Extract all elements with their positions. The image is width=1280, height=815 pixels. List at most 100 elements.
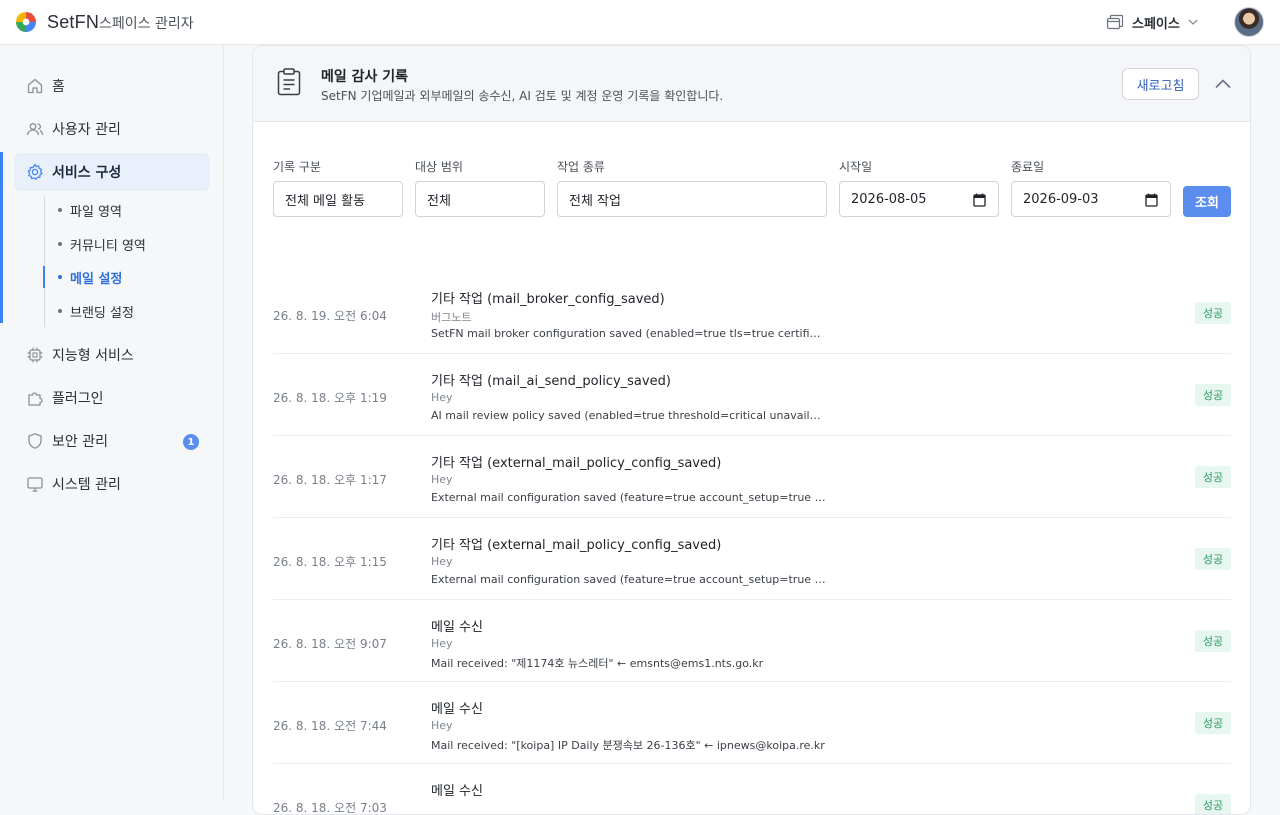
- home-icon: [27, 78, 43, 94]
- sidebar-item-label: 사용자 관리: [52, 122, 121, 138]
- record-date: 26. 8. 18. 오후 1:17: [273, 473, 387, 487]
- audit-record-row[interactable]: 26. 8. 18. 오후 1:15 기타 작업 (external_mail_…: [273, 518, 1231, 600]
- record-title: 메일 수신: [431, 784, 483, 799]
- sidebar-item-intelligent-services[interactable]: 지능형 서비스: [14, 336, 210, 374]
- gear-icon: [27, 163, 43, 180]
- sidebar-item-label: 보안 관리: [52, 434, 108, 450]
- sidebar-item-label: 플러그인: [52, 391, 104, 407]
- page-description: SetFN 기업메일과 외부메일의 송수신, AI 검토 및 계정 운영 기록을…: [321, 89, 724, 103]
- record-title: 기타 작업 (external_mail_policy_config_saved…: [431, 538, 722, 553]
- record-detail: External mail configuration saved (featu…: [431, 491, 826, 504]
- chevron-up-icon[interactable]: [1213, 74, 1233, 94]
- record-actor: 버그노트: [431, 311, 472, 324]
- record-date: 26. 8. 18. 오후 1:19: [273, 391, 387, 405]
- setfn-logo-icon[interactable]: [15, 11, 37, 33]
- sidebar-item-label: 서비스 구성: [52, 165, 122, 181]
- record-title: 기타 작업 (mail_ai_send_policy_saved): [431, 374, 671, 389]
- record-date: 26. 8. 18. 오전 7:03: [273, 801, 387, 815]
- submenu-line: [44, 197, 45, 327]
- ai-chip-icon: [27, 347, 43, 363]
- record-detail: Mail received: "제1174호 뉴스레터" ← emsnts@em…: [431, 657, 764, 670]
- mail-audit-panel: 메일 감사 기록 SetFN 기업메일과 외부메일의 송수신, AI 검토 및 …: [252, 45, 1251, 815]
- start-date-value: 2026-08-05: [851, 191, 927, 207]
- sidebar-item-label: 홈: [52, 79, 65, 95]
- record-date: 26. 8. 19. 오전 6:04: [273, 309, 387, 323]
- audit-record-row[interactable]: 26. 8. 18. 오전 9:07 메일 수신 Hey Mail receiv…: [273, 600, 1231, 682]
- chevron-down-icon: [1188, 19, 1198, 25]
- category-select[interactable]: 전체 메일 활동: [273, 181, 403, 217]
- sidebar-item-service-config[interactable]: 서비스 구성: [14, 153, 210, 191]
- search-button[interactable]: 조회: [1183, 186, 1231, 217]
- record-title: 기타 작업 (mail_broker_config_saved): [431, 292, 665, 307]
- sidebar-subitem-file-area[interactable]: 파일 영역: [58, 199, 122, 221]
- end-date-input[interactable]: 2026-09-03: [1011, 181, 1171, 217]
- category-select-value: 전체 메일 활동: [285, 193, 366, 209]
- record-detail: SetFN mail broker configuration saved (e…: [431, 327, 826, 340]
- record-detail: AI mail review policy saved (enabled=tru…: [431, 409, 826, 422]
- audit-record-row[interactable]: 26. 8. 18. 오전 7:44 메일 수신 Hey Mail receiv…: [273, 682, 1231, 764]
- status-badge: 성공: [1195, 302, 1231, 324]
- record-title: 기타 작업 (external_mail_policy_config_saved…: [431, 456, 722, 471]
- record-actor: Hey: [431, 555, 453, 568]
- start-date-label: 시작일: [839, 160, 873, 174]
- scope-select[interactable]: 전체: [415, 181, 545, 217]
- clipboard-icon: [277, 68, 301, 96]
- audit-record-row[interactable]: 26. 8. 19. 오전 6:04 기타 작업 (mail_broker_co…: [273, 272, 1231, 354]
- record-title: 메일 수신: [431, 620, 483, 635]
- space-switcher-label: 스페이스: [1132, 16, 1180, 32]
- active-section-indicator: [0, 152, 3, 323]
- record-date: 26. 8. 18. 오전 7:44: [273, 719, 387, 733]
- sidebar-subitem-branding[interactable]: 브랜딩 설정: [58, 300, 134, 322]
- top-bar: SetFN 스페이스 관리자 스페이스: [0, 0, 1280, 45]
- sidebar-item-security[interactable]: 보안 관리: [14, 422, 210, 460]
- audit-record-list: 26. 8. 19. 오전 6:04 기타 작업 (mail_broker_co…: [273, 272, 1231, 815]
- sidebar-subitem-label: 파일 영역: [70, 204, 122, 220]
- record-detail: External mail configuration saved (featu…: [431, 573, 826, 586]
- action-select-value: 전체 작업: [569, 193, 621, 209]
- sidebar-item-system[interactable]: 시스템 관리: [14, 465, 210, 503]
- record-date: 26. 8. 18. 오후 1:15: [273, 555, 387, 569]
- sidebar: 홈 사용자 관리 서비스 구성 파일 영역 커뮤니티 영역 메일 설정 브랜딩 …: [0, 45, 224, 800]
- sidebar-subitem-label: 메일 설정: [70, 271, 123, 287]
- end-date-label: 종료일: [1011, 160, 1045, 174]
- users-icon: [26, 123, 44, 136]
- bullet-dot: [58, 309, 62, 313]
- space-switcher[interactable]: 스페이스: [1106, 11, 1198, 33]
- puzzle-icon: [28, 392, 43, 406]
- record-actor: Hey: [431, 637, 453, 650]
- audit-record-row[interactable]: 26. 8. 18. 오후 1:19 기타 작업 (mail_ai_send_p…: [273, 354, 1231, 436]
- brand-subtitle: 스페이스 관리자: [99, 16, 194, 32]
- end-date-value: 2026-09-03: [1023, 191, 1099, 207]
- scope-select-value: 전체: [427, 193, 451, 209]
- panel-header: 메일 감사 기록 SetFN 기업메일과 외부메일의 송수신, AI 검토 및 …: [253, 46, 1250, 122]
- bullet-dot: [58, 242, 62, 246]
- sidebar-subitem-community-area[interactable]: 커뮤니티 영역: [58, 233, 146, 255]
- bullet-dot: [58, 208, 62, 212]
- security-count-badge: 1: [183, 434, 199, 450]
- record-detail: Mail received: "[koipa] IP Daily 분쟁속보 26…: [431, 739, 825, 752]
- audit-record-row[interactable]: 26. 8. 18. 오전 7:03 메일 수신 성공: [273, 764, 1231, 815]
- status-badge: 성공: [1195, 466, 1231, 488]
- sidebar-item-users[interactable]: 사용자 관리: [14, 110, 210, 148]
- sidebar-item-home[interactable]: 홈: [14, 67, 210, 105]
- sidebar-subitem-mail-settings[interactable]: 메일 설정: [58, 266, 122, 288]
- start-date-input[interactable]: 2026-08-05: [839, 181, 999, 217]
- sidebar-item-label: 지능형 서비스: [52, 348, 134, 364]
- action-select[interactable]: 전체 작업: [557, 181, 827, 217]
- status-badge: 성공: [1195, 384, 1231, 406]
- action-filter-label: 작업 종류: [557, 160, 605, 174]
- audit-record-row[interactable]: 26. 8. 18. 오후 1:17 기타 작업 (external_mail_…: [273, 436, 1231, 518]
- record-date: 26. 8. 18. 오전 9:07: [273, 637, 387, 651]
- avatar[interactable]: [1234, 7, 1264, 37]
- shield-icon: [28, 433, 42, 449]
- status-badge: 성공: [1195, 794, 1231, 814]
- brand-name[interactable]: SetFN: [47, 12, 99, 33]
- calendar-icon[interactable]: [973, 193, 986, 207]
- sidebar-item-plugins[interactable]: 플러그인: [14, 379, 210, 417]
- category-filter-label: 기록 구분: [273, 160, 321, 174]
- record-title: 메일 수신: [431, 702, 483, 717]
- submenu-active-indicator: [43, 266, 45, 288]
- calendar-icon[interactable]: [1145, 193, 1158, 207]
- status-badge: 성공: [1195, 630, 1231, 652]
- refresh-button[interactable]: 새로고침: [1122, 68, 1199, 100]
